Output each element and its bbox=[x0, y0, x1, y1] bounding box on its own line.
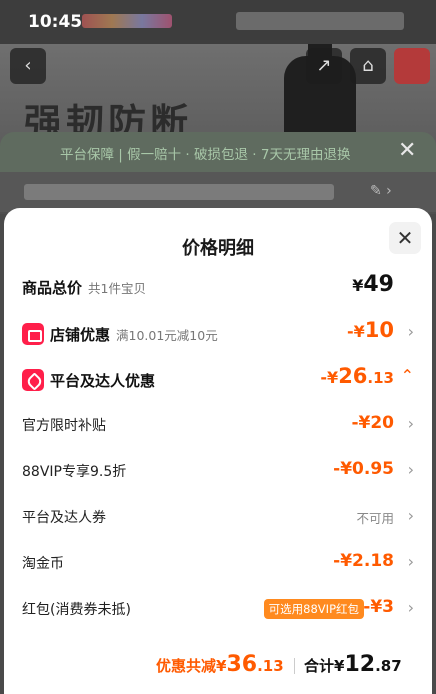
row-label: 88VIP专享9.5折 bbox=[22, 464, 127, 480]
status-blur-right bbox=[236, 12, 404, 30]
row-label: 红包(消费券未抵) bbox=[22, 602, 131, 618]
row-amount: -¥20 bbox=[351, 413, 394, 433]
row-label: 店铺优惠 满10.01元减10元 bbox=[22, 323, 218, 345]
88vip-red-packet-tag[interactable]: 可选用88VIP红包 bbox=[263, 599, 364, 619]
price-row-88vip[interactable]: 88VIP专享9.5折 -¥0.95 › bbox=[4, 453, 432, 487]
row-amount: -¥2.18 bbox=[333, 551, 394, 571]
row-label: 平台及达人券 bbox=[22, 510, 106, 526]
price-row-shop-discount[interactable]: 店铺优惠 满10.01元减10元 -¥10 › bbox=[4, 315, 432, 349]
guarantee-close-icon[interactable]: ✕ bbox=[398, 138, 416, 163]
row-label: 平台及达人优惠 bbox=[22, 369, 155, 391]
row-amount: ¥49 bbox=[352, 272, 394, 297]
row-sub: 共1件宝贝 bbox=[88, 281, 146, 296]
chevron-right-icon: › bbox=[407, 414, 414, 433]
price-row-taojinbi[interactable]: 淘金币 -¥2.18 › bbox=[4, 545, 432, 579]
close-button[interactable]: ✕ bbox=[389, 222, 421, 254]
price-row-red-packet[interactable]: 红包(消费券未抵) 可选用88VIP红包 -¥3 › bbox=[4, 591, 432, 625]
row-label: 淘金币 bbox=[22, 556, 64, 572]
cart-button[interactable]: ⌂ bbox=[350, 48, 386, 84]
row-sub: 满10.01元减10元 bbox=[116, 328, 218, 343]
more-button[interactable] bbox=[394, 48, 430, 84]
guarantee-text: 平台保障 | 假一赔十 · 破损包退 · 7天无理由退换 bbox=[60, 147, 351, 163]
row-label: 商品总价 共1件宝贝 bbox=[22, 279, 146, 297]
chevron-right-icon: › bbox=[407, 322, 414, 341]
share-button[interactable]: ↗ bbox=[306, 48, 342, 84]
price-summary: 优惠共减¥36.13 合计¥12.87 bbox=[4, 644, 432, 684]
chevron-right-icon: › bbox=[407, 598, 414, 617]
row-amount: 不可用 bbox=[356, 511, 394, 526]
coupon-icon bbox=[22, 369, 44, 391]
price-row-total: 商品总价 共1件宝贝 ¥49 bbox=[4, 269, 432, 303]
summary-divider bbox=[294, 658, 295, 674]
row-amount: -¥3 bbox=[363, 597, 394, 617]
sheet-title: 价格明细 bbox=[182, 238, 254, 259]
chevron-right-icon: › bbox=[407, 506, 414, 525]
row-label: 官方限时补贴 bbox=[22, 418, 106, 434]
total-price: 合计¥12.87 bbox=[304, 652, 402, 677]
price-row-platform-discount[interactable]: 平台及达人优惠 -¥26.13 ⌃ bbox=[4, 361, 432, 395]
price-row-platform-coupon[interactable]: 平台及达人券 不可用 › bbox=[4, 499, 432, 533]
address-blur bbox=[24, 184, 334, 200]
status-time: 10:45 bbox=[28, 12, 83, 32]
edit-icon[interactable]: ✎ › bbox=[370, 183, 392, 199]
row-amount: -¥0.95 bbox=[333, 459, 394, 479]
shop-icon bbox=[22, 323, 44, 345]
price-row-official-subsidy[interactable]: 官方限时补贴 -¥20 › bbox=[4, 407, 432, 441]
close-icon: ✕ bbox=[396, 226, 414, 250]
back-button[interactable]: ‹ bbox=[10, 48, 46, 84]
chevron-right-icon: › bbox=[407, 552, 414, 571]
chevron-right-icon: › bbox=[407, 460, 414, 479]
chevron-up-icon: ⌃ bbox=[400, 366, 414, 385]
row-amount: -¥10 bbox=[346, 318, 394, 342]
status-blur bbox=[82, 14, 172, 28]
row-amount: -¥26.13 bbox=[320, 364, 394, 388]
status-bar: 10:45 bbox=[0, 0, 436, 44]
price-detail-sheet: 价格明细 ✕ 商品总价 共1件宝贝 ¥49 店铺优惠 满10.01元减10元 -¥1… bbox=[4, 208, 432, 694]
total-savings: 优惠共减¥36.13 bbox=[156, 652, 284, 677]
